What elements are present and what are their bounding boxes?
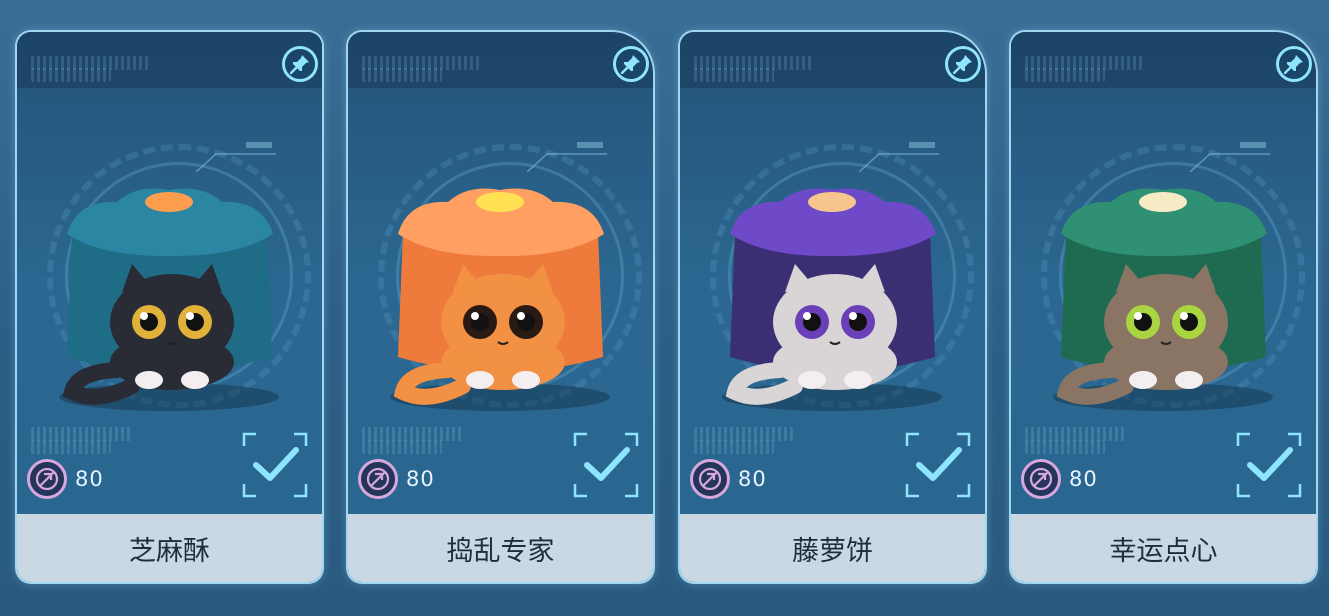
- pin-icon: [1284, 55, 1303, 74]
- skin-name: 藤萝饼: [680, 514, 985, 582]
- price-value: 80: [406, 467, 435, 491]
- decorative-text: [694, 427, 794, 441]
- price-tag: 80: [27, 457, 104, 501]
- pin-icon: [953, 55, 972, 74]
- currency-icon: [358, 459, 398, 499]
- price-value: 80: [75, 467, 104, 491]
- pin-button[interactable]: [1276, 46, 1312, 82]
- decorative-text: [362, 427, 462, 441]
- cat-box-illustration: [59, 188, 279, 411]
- cat-box-illustration: [1053, 188, 1273, 411]
- cat-box-illustration: [390, 188, 610, 411]
- currency-icon: [27, 459, 67, 499]
- decorative-text: [31, 440, 111, 454]
- decorative-text: [362, 68, 442, 82]
- decorative-text: [31, 68, 111, 82]
- skin-name: 芝麻酥: [17, 514, 322, 582]
- decorative-text: [1025, 440, 1105, 454]
- skin-card[interactable]: 80 芝麻酥: [17, 32, 322, 582]
- pin-button[interactable]: [945, 46, 981, 82]
- check-icon: [253, 447, 299, 481]
- skin-name: 幸运点心: [1011, 514, 1316, 582]
- check-icon: [584, 447, 630, 481]
- decorative-text: [694, 68, 774, 82]
- pin-icon: [621, 55, 640, 74]
- price-tag: 80: [358, 457, 435, 501]
- skin-card[interactable]: 80 幸运点心: [1011, 32, 1316, 582]
- currency-icon: [1021, 459, 1061, 499]
- decorative-text: [1025, 427, 1125, 441]
- decorative-text: [1025, 68, 1105, 82]
- select-checkbox[interactable]: [573, 432, 639, 498]
- cat-box-illustration: [722, 188, 942, 411]
- pin-button[interactable]: [282, 46, 318, 82]
- price-value: 80: [1069, 467, 1098, 491]
- skin-selection-panel: 80 芝麻酥 80 捣乱专家 80 藤萝饼 80 幸运点心: [0, 0, 1329, 616]
- price-tag: 80: [1021, 457, 1098, 501]
- pin-icon: [290, 55, 309, 74]
- skin-card[interactable]: 80 藤萝饼: [680, 32, 985, 582]
- select-checkbox[interactable]: [242, 432, 308, 498]
- skin-card[interactable]: 80 捣乱专家: [348, 32, 653, 582]
- decorative-text: [31, 427, 131, 441]
- currency-icon: [690, 459, 730, 499]
- check-icon: [1247, 447, 1293, 481]
- decorative-text: [362, 440, 442, 454]
- select-checkbox[interactable]: [1236, 432, 1302, 498]
- decorative-text: [694, 440, 774, 454]
- check-icon: [916, 447, 962, 481]
- price-tag: 80: [690, 457, 767, 501]
- price-value: 80: [738, 467, 767, 491]
- select-checkbox[interactable]: [905, 432, 971, 498]
- skin-name: 捣乱专家: [348, 514, 653, 582]
- pin-button[interactable]: [613, 46, 649, 82]
